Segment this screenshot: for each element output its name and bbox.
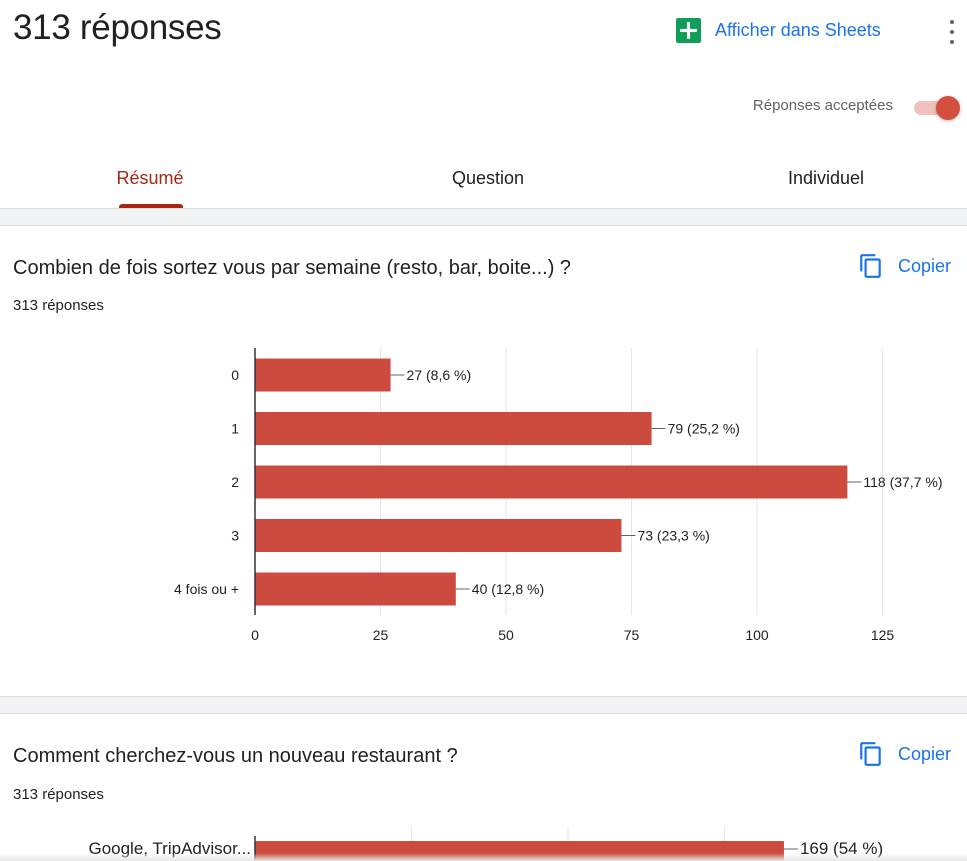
bar	[255, 358, 391, 392]
bar	[255, 465, 848, 499]
data-label: 73 (23,3 %)	[637, 528, 709, 544]
response-count: 313 réponses	[13, 786, 104, 803]
data-label: 27 (8,6 %)	[407, 367, 472, 383]
page-title: 313 réponses	[13, 8, 222, 47]
section-gap	[0, 209, 967, 225]
tab-question[interactable]: Question	[428, 150, 548, 208]
question-title: Comment cherchez-vous un nouveau restaur…	[13, 745, 458, 767]
x-tick-label: 100	[745, 627, 769, 643]
bar-chart: 0 25 50 75 100 125 0 27 (8,6 %) 1 79 (25,2 %) 2 118…	[174, 348, 942, 643]
card-border	[0, 713, 967, 714]
category-label: 0	[231, 367, 239, 383]
page-header: 313 réponses Afficher dans Sheets	[0, 0, 967, 70]
category-label: 2	[231, 474, 239, 490]
x-tick-label: 125	[871, 627, 895, 643]
accepting-responses-row: Réponses acceptées	[700, 92, 967, 122]
copy-chart-button[interactable]: Copier	[858, 253, 951, 279]
response-tabs: Résumé Question Individuel	[0, 150, 967, 208]
sheets-icon	[676, 18, 701, 43]
data-label: 118 (37,7 %)	[863, 474, 942, 490]
accepting-responses-toggle[interactable]	[914, 96, 964, 120]
data-label: 40 (12,8 %)	[472, 581, 544, 597]
card-border	[0, 225, 967, 226]
x-tick-label: 25	[373, 627, 389, 643]
copy-icon	[860, 254, 881, 278]
copy-label: Copier	[898, 743, 952, 764]
x-tick-label: 0	[251, 627, 259, 643]
question-title: Combien de fois sortez vous par semaine …	[13, 257, 572, 279]
accepting-responses-label: Réponses acceptées	[752, 97, 893, 114]
more-options-icon[interactable]	[940, 18, 964, 46]
data-label: 79 (25,2 %)	[668, 421, 740, 437]
bar	[255, 412, 652, 445]
copy-label: Copier	[898, 255, 952, 276]
tab-individual[interactable]: Individuel	[766, 150, 886, 208]
tab-summary[interactable]: Résumé	[90, 150, 210, 208]
section-gap	[0, 697, 967, 713]
x-tick-label: 75	[624, 627, 640, 643]
bar	[255, 519, 622, 552]
toggle-thumb	[936, 96, 960, 120]
category-label: 3	[231, 528, 239, 544]
view-in-sheets-label: Afficher dans Sheets	[715, 20, 881, 40]
x-tick-label: 50	[498, 627, 514, 643]
category-label: 1	[231, 421, 239, 437]
bar	[255, 572, 456, 606]
response-count: 313 réponses	[13, 297, 104, 314]
view-in-sheets-button[interactable]: Afficher dans Sheets	[676, 18, 881, 43]
category-label: 4 fois ou +	[174, 581, 239, 597]
copy-chart-button[interactable]: Copier	[858, 741, 951, 767]
scroll-shadow	[0, 853, 967, 861]
copy-icon	[860, 742, 881, 766]
